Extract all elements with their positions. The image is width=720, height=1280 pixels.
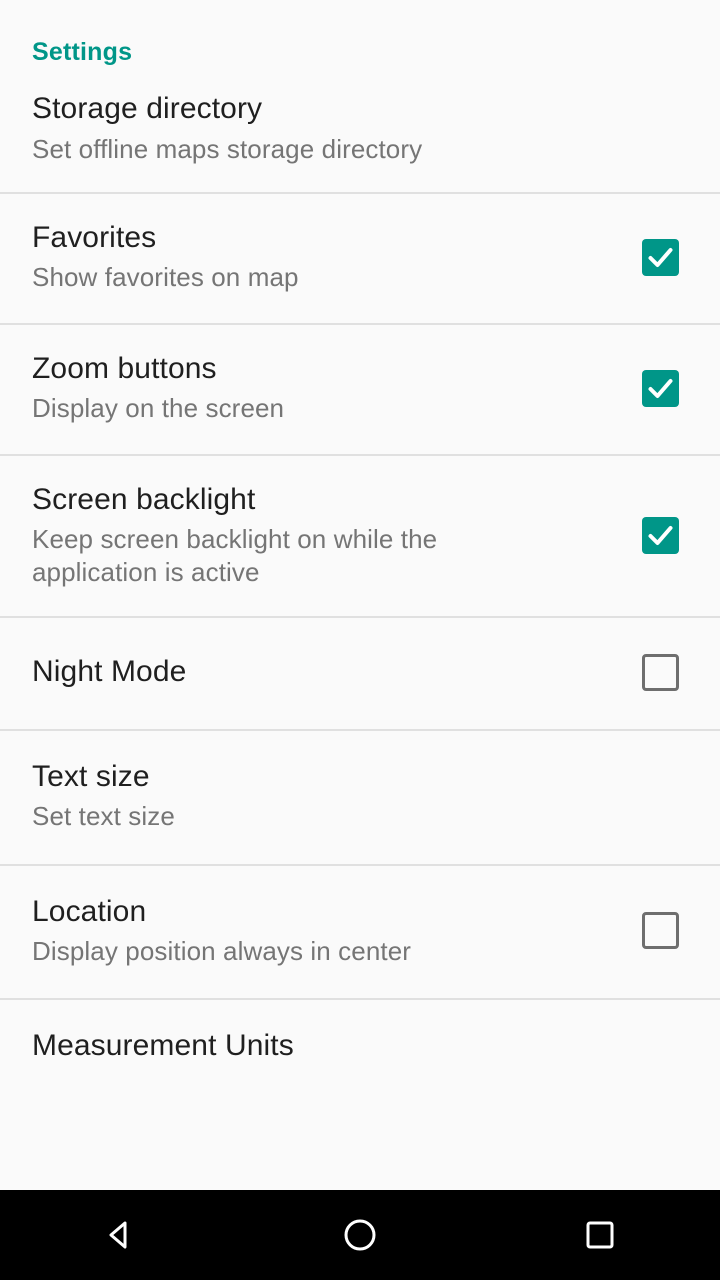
setting-subtitle: Set text size — [32, 801, 175, 832]
setting-text-block: Storage directory Set offline maps stora… — [32, 91, 688, 166]
setting-title: Text size — [32, 759, 150, 793]
setting-text-block: Measurement Units — [32, 1028, 688, 1065]
setting-subtitle: Show favorites on map — [32, 262, 299, 293]
checkbox-slot — [632, 912, 688, 950]
setting-title: Night Mode — [32, 654, 187, 688]
setting-row-storage-directory[interactable]: Storage directory Set offline maps stora… — [0, 73, 720, 192]
setting-title: Zoom buttons — [32, 351, 217, 385]
setting-subtitle: Set offline maps storage directory — [32, 133, 423, 164]
checkmark-icon — [648, 526, 672, 546]
settings-list[interactable]: Settings Storage directory Set offline m… — [0, 0, 720, 1190]
checkbox-slot — [632, 238, 688, 276]
setting-title: Measurement Units — [32, 1029, 294, 1063]
android-navigation-bar — [0, 1190, 720, 1280]
nav-back-button[interactable] — [60, 1190, 180, 1280]
setting-text-block: Screen backlight Keep screen backlight o… — [32, 482, 632, 590]
setting-text-block: Night Mode — [32, 654, 632, 691]
checkbox-favorites[interactable] — [641, 238, 679, 276]
setting-row-screen-backlight[interactable]: Screen backlight Keep screen backlight o… — [0, 453, 720, 616]
setting-subtitle: Display position always in center — [32, 936, 412, 967]
nav-recents-button[interactable] — [540, 1190, 660, 1280]
setting-title: Favorites — [32, 220, 157, 254]
recents-square-icon — [586, 1221, 614, 1249]
checkbox-zoom-buttons[interactable] — [641, 369, 679, 407]
page-title: Settings — [32, 38, 133, 66]
checkbox-slot — [632, 517, 688, 555]
setting-title: Screen backlight — [32, 482, 256, 516]
home-circle-icon — [344, 1219, 376, 1251]
checkbox-night-mode[interactable] — [641, 653, 679, 691]
checkbox-location[interactable] — [641, 912, 679, 950]
checkmark-icon — [648, 378, 672, 398]
back-triangle-icon — [109, 1221, 127, 1249]
settings-screen: Settings Storage directory Set offline m… — [0, 0, 720, 1280]
setting-text-block: Text size Set text size — [32, 759, 688, 834]
setting-row-text-size[interactable]: Text size Set text size — [0, 728, 720, 864]
setting-text-block: Location Display position always in cent… — [32, 894, 632, 969]
setting-row-night-mode[interactable]: Night Mode — [0, 615, 720, 729]
checkbox-screen-backlight[interactable] — [641, 517, 679, 555]
checkmark-icon — [648, 247, 672, 267]
setting-row-zoom-buttons[interactable]: Zoom buttons Display on the screen — [0, 322, 720, 454]
setting-subtitle: Keep screen backlight on while the appli… — [32, 524, 438, 588]
checkbox-slot — [632, 653, 688, 691]
setting-subtitle: Display on the screen — [32, 393, 285, 424]
setting-text-block: Favorites Show favorites on map — [32, 220, 632, 295]
setting-row-favorites[interactable]: Favorites Show favorites on map — [0, 191, 720, 323]
nav-home-button[interactable] — [300, 1190, 420, 1280]
setting-row-location[interactable]: Location Display position always in cent… — [0, 863, 720, 999]
setting-title: Storage directory — [32, 92, 263, 125]
checkbox-slot — [632, 369, 688, 407]
setting-row-measurement-units[interactable]: Measurement Units — [0, 998, 720, 1096]
setting-text-block: Zoom buttons Display on the screen — [32, 351, 632, 426]
setting-title: Location — [32, 894, 147, 928]
